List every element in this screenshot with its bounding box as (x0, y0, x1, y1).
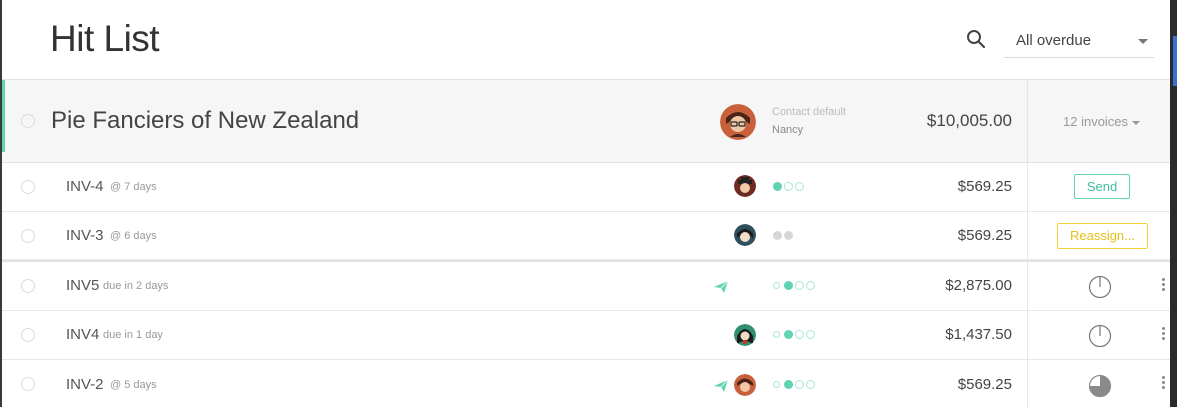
filter-dropdown[interactable]: All overdue (1004, 21, 1154, 58)
kebab-menu-icon[interactable] (1160, 278, 1166, 294)
kebab-menu-icon[interactable] (1160, 376, 1166, 392)
row-select-radio[interactable] (21, 279, 35, 293)
paper-plane-icon (714, 281, 728, 293)
row-select-radio[interactable] (21, 229, 35, 243)
reminder-step-pending (773, 381, 780, 388)
invoice-row[interactable]: INV5 due in 2 days $2,875.00 (2, 262, 1170, 311)
customer-group-row[interactable]: Pie Fanciers of New Zealand Contact defa… (2, 80, 1170, 163)
chevron-down-icon (1132, 120, 1141, 125)
contact-avatar (734, 175, 756, 197)
invoice-amount: $569.25 (957, 178, 1012, 195)
chevron-down-icon (1138, 39, 1148, 44)
invoice-due: due in 1 day (103, 329, 163, 341)
reminder-step-pending (795, 182, 804, 191)
paper-plane-icon (714, 380, 728, 392)
contact-avatar (734, 324, 756, 346)
reminder-step-pending (773, 282, 780, 289)
invoice-amount: $569.25 (957, 227, 1012, 244)
row-select-radio[interactable] (21, 180, 35, 194)
invoice-age: @ 6 days (110, 230, 157, 242)
invoice-age: @ 7 days (110, 181, 157, 193)
invoice-due: due in 2 days (103, 280, 169, 292)
invoice-row[interactable]: INV4 due in 1 day $1,437.50 (2, 311, 1170, 360)
reminder-step-inactive (784, 231, 793, 240)
invoice-amount: $1,437.50 (945, 326, 1012, 343)
invoice-amount: $569.25 (957, 376, 1012, 393)
pie-progress-icon[interactable] (1088, 374, 1112, 398)
contact-label: Contact default (772, 106, 846, 118)
reminder-step-inactive (773, 231, 782, 240)
group-select-radio[interactable] (21, 114, 35, 128)
reminder-step-pending (795, 281, 804, 290)
window-right-border (1170, 0, 1177, 407)
invoice-amount: $2,875.00 (945, 277, 1012, 294)
reassign-button[interactable]: Reassign... (1057, 223, 1148, 249)
reminder-step-pending (806, 330, 815, 339)
invoice-id: INV-3 (66, 227, 104, 244)
filter-selected-value: All overdue (1016, 32, 1092, 49)
pie-progress-icon[interactable] (1088, 275, 1112, 299)
search-icon[interactable] (965, 28, 987, 50)
side-panel-tab[interactable] (1173, 36, 1177, 86)
reminder-step-done (784, 281, 793, 290)
contact-avatar (720, 104, 756, 140)
column-divider (1027, 212, 1028, 259)
invoice-row[interactable]: INV-4 @ 7 days $569.25 Send (2, 163, 1170, 212)
reminder-step-pending (806, 281, 815, 290)
reminder-step-pending (784, 182, 793, 191)
invoice-row[interactable]: INV-3 @ 6 days $569.25 Reassign... (2, 212, 1170, 260)
invoice-id: INV5 (66, 277, 100, 294)
row-select-radio[interactable] (21, 328, 35, 342)
contact-avatar (734, 224, 756, 246)
reminder-step-pending (773, 331, 780, 338)
send-button[interactable]: Send (1074, 174, 1130, 199)
page-title: Hit List (50, 18, 160, 59)
selected-accent-bar (2, 80, 5, 152)
invoice-id: INV-2 (66, 376, 104, 393)
reminder-step-pending (795, 380, 804, 389)
invoice-row[interactable]: INV-2 @ 5 days $569.25 (2, 360, 1170, 407)
column-divider (1027, 80, 1028, 163)
row-select-radio[interactable] (21, 377, 35, 391)
reminder-step-done (784, 330, 793, 339)
reminder-step-pending (795, 330, 804, 339)
invoice-count-label: 12 invoices (1063, 114, 1129, 129)
pie-progress-icon[interactable] (1088, 324, 1112, 348)
invoice-id: INV4 (66, 326, 100, 343)
group-total-amount: $10,005.00 (926, 111, 1012, 130)
kebab-menu-icon[interactable] (1160, 327, 1166, 343)
invoice-count-dropdown[interactable]: 12 invoices (1063, 114, 1141, 129)
customer-name: Pie Fanciers of New Zealand (51, 107, 360, 134)
contact-avatar (734, 374, 756, 396)
invoice-id: INV-4 (66, 178, 104, 195)
reminder-step-done (773, 182, 782, 191)
page-header: Hit List All overdue (2, 0, 1170, 80)
invoice-age: @ 5 days (110, 379, 157, 391)
reminder-step-done (784, 380, 793, 389)
column-divider (1027, 360, 1028, 407)
reminder-step-pending (806, 380, 815, 389)
column-divider (1027, 262, 1028, 310)
column-divider (1027, 163, 1028, 211)
contact-name: Nancy (772, 124, 804, 136)
column-divider (1027, 311, 1028, 359)
